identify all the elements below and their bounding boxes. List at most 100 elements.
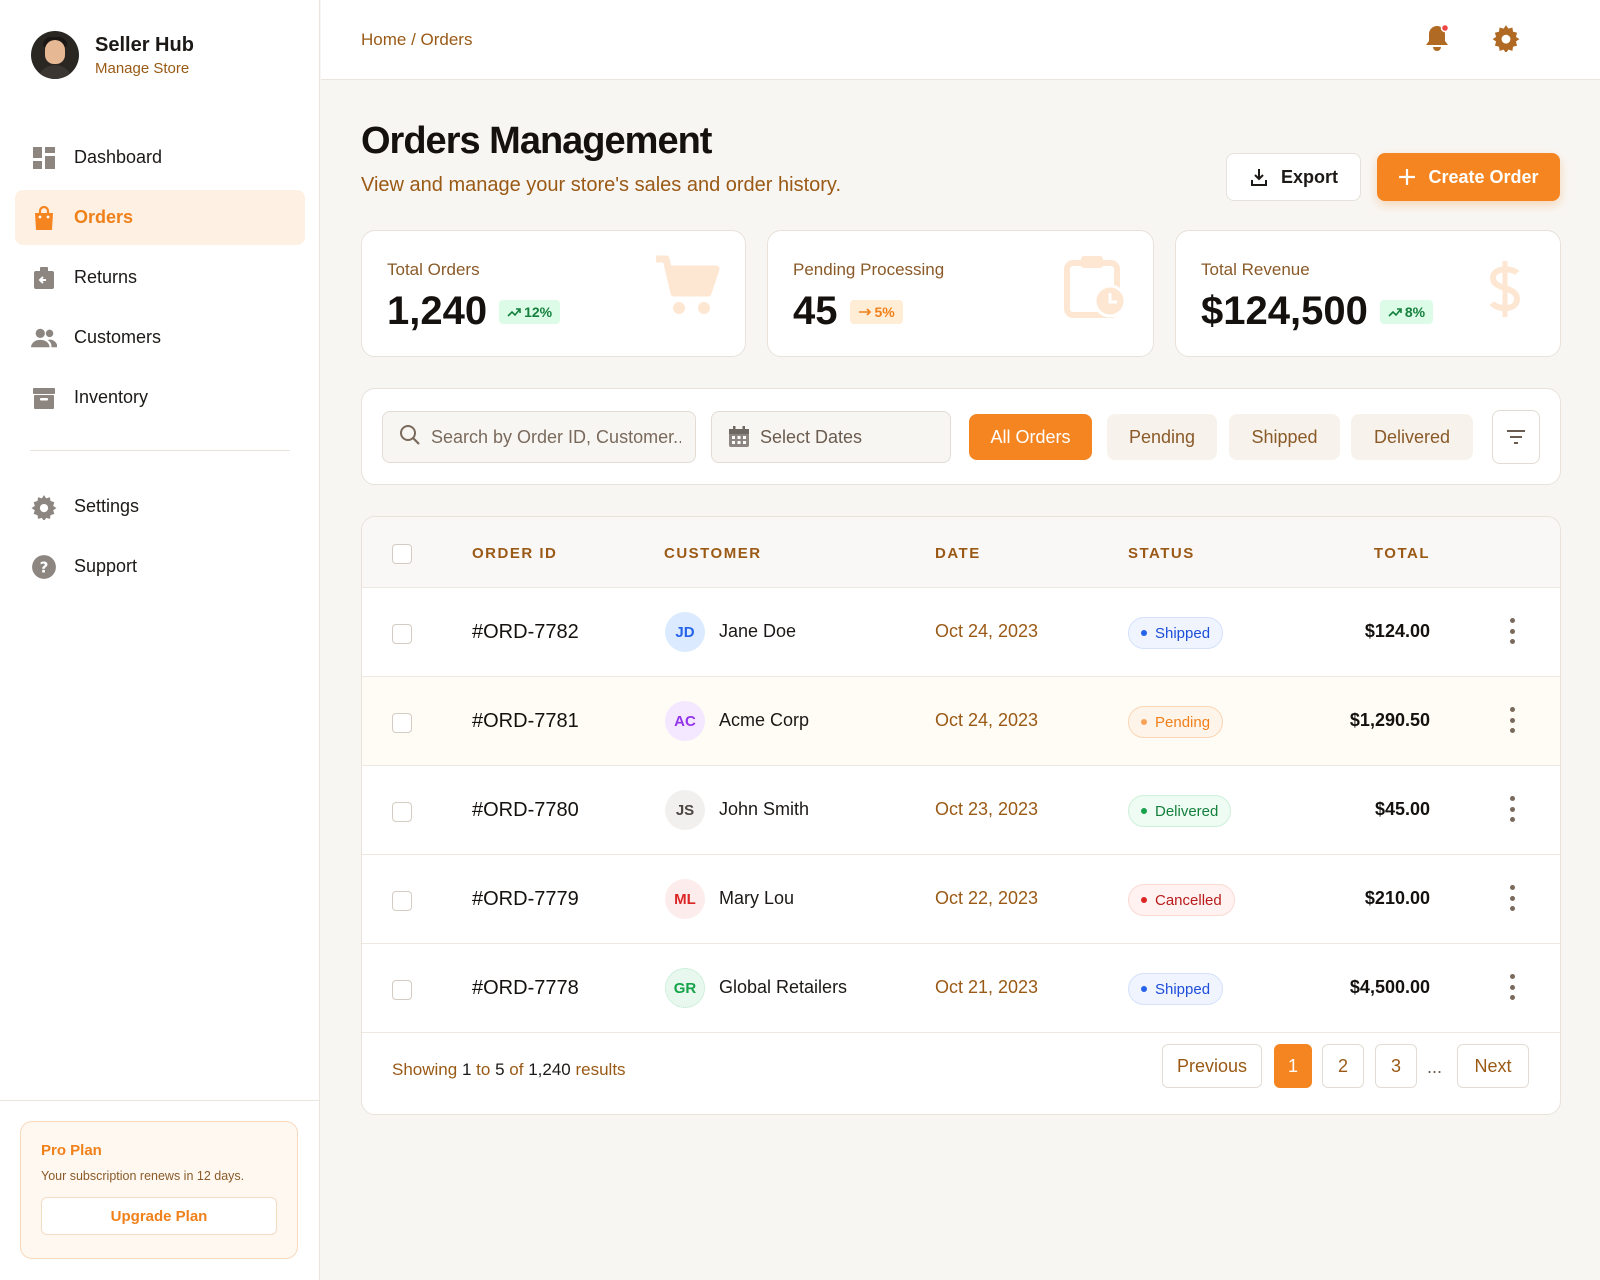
tab-shipped[interactable]: Shipped xyxy=(1229,414,1340,460)
tab-delivered[interactable]: Delivered xyxy=(1351,414,1473,460)
results-to: 5 xyxy=(495,1060,505,1079)
table-row[interactable]: #ORD-7782 JD Jane Doe Oct 24, 2023 Shipp… xyxy=(362,588,1560,677)
settings-gear-icon[interactable] xyxy=(1490,22,1522,54)
more-options-icon[interactable] xyxy=(1502,974,1522,1000)
sidebar-item-inventory[interactable]: Inventory xyxy=(15,370,305,425)
customer-name: Acme Corp xyxy=(719,710,810,730)
brand-subtitle: Manage Store xyxy=(95,59,190,77)
date-placeholder: Select Dates xyxy=(760,426,863,447)
results-from: 1 xyxy=(461,1060,472,1079)
customer-name: Global Retailers xyxy=(719,977,848,997)
search-input[interactable] xyxy=(431,426,681,448)
archive-icon xyxy=(31,385,57,411)
row-checkbox[interactable] xyxy=(392,891,412,911)
status-badge: Pending xyxy=(1128,706,1224,738)
order-id[interactable]: #ORD-7781 xyxy=(472,710,579,733)
order-date: Oct 24, 2023 xyxy=(935,621,1039,641)
notification-bell-icon[interactable] xyxy=(1421,22,1453,54)
customer-name: Mary Lou xyxy=(719,888,795,908)
order-id[interactable]: #ORD-7779 xyxy=(472,888,579,911)
more-options-icon[interactable] xyxy=(1502,707,1522,733)
trend-value: 12% xyxy=(524,303,553,320)
column-status[interactable]: STATUS xyxy=(1128,545,1195,562)
page-1-button[interactable]: 1 xyxy=(1274,1044,1312,1088)
sidebar-item-dashboard[interactable]: Dashboard xyxy=(15,130,305,185)
column-date[interactable]: DATE xyxy=(935,545,981,562)
svg-text:?: ? xyxy=(40,558,49,576)
breadcrumb[interactable]: Home / Orders xyxy=(361,30,472,50)
customer-initials: JS xyxy=(665,790,705,830)
table-row[interactable]: #ORD-7779 ML Mary Lou Oct 22, 2023 Cance… xyxy=(362,855,1560,944)
results-suffix: results xyxy=(575,1060,626,1079)
trend-value: 8% xyxy=(1404,303,1426,320)
status-badge: Delivered xyxy=(1128,795,1232,827)
column-customer[interactable]: CUSTOMER xyxy=(664,545,762,562)
trend-badge: 5% xyxy=(849,299,903,324)
more-options-icon[interactable] xyxy=(1502,618,1522,644)
sidebar-item-customers[interactable]: Customers xyxy=(15,310,305,365)
page-2-button[interactable]: 2 xyxy=(1322,1044,1364,1088)
export-label: Export xyxy=(1280,166,1338,187)
pro-plan-card: Pro Plan Your subscription renews in 12 … xyxy=(20,1121,298,1259)
sidebar-item-orders[interactable]: Orders xyxy=(15,190,305,245)
results-summary: Showing 1 to 5 of 1,240 results xyxy=(392,1060,626,1080)
status-label: Delivered xyxy=(1155,802,1219,820)
brand[interactable]: Seller Hub Manage Store xyxy=(31,31,194,79)
order-id[interactable]: #ORD-7780 xyxy=(472,799,579,822)
column-total[interactable]: TOTAL xyxy=(1374,545,1430,562)
brand-title: Seller Hub xyxy=(95,33,194,56)
users-icon xyxy=(31,325,57,351)
export-button[interactable]: Export xyxy=(1226,153,1361,201)
customer-name: Jane Doe xyxy=(719,621,797,641)
customer-name: John Smith xyxy=(719,799,810,819)
order-id[interactable]: #ORD-7782 xyxy=(472,621,579,644)
search-icon xyxy=(399,424,421,451)
trend-up-icon xyxy=(507,307,521,317)
order-total: $45.00 xyxy=(1374,799,1430,819)
stat-value: 45 xyxy=(793,289,838,333)
table-row[interactable]: #ORD-7778 GR Global Retailers Oct 21, 20… xyxy=(362,944,1560,1033)
create-order-button[interactable]: Create Order xyxy=(1377,153,1560,201)
sidebar-footer-divider xyxy=(0,1100,320,1101)
filter-options-button[interactable] xyxy=(1492,410,1540,464)
trend-badge: 12% xyxy=(499,299,561,324)
search-field[interactable] xyxy=(382,411,696,463)
page-3-button[interactable]: 3 xyxy=(1375,1044,1417,1088)
more-options-icon[interactable] xyxy=(1502,885,1522,911)
showing-prefix: Showing xyxy=(392,1060,458,1079)
upgrade-plan-button[interactable]: Upgrade Plan xyxy=(41,1197,277,1235)
order-id[interactable]: #ORD-7778 xyxy=(472,977,579,1000)
sidebar-item-support[interactable]: ? Support xyxy=(15,539,305,594)
tab-all-orders[interactable]: All Orders xyxy=(969,414,1092,460)
tab-pending[interactable]: Pending xyxy=(1107,414,1217,460)
row-checkbox[interactable] xyxy=(392,980,412,1000)
stat-card-total-orders: Total Orders 1,240 12% xyxy=(361,230,746,357)
row-checkbox[interactable] xyxy=(392,802,412,822)
sidebar: Seller Hub Manage Store Dashboard Orders… xyxy=(0,0,320,1280)
order-total: $4,500.00 xyxy=(1349,977,1430,997)
table-row[interactable]: #ORD-7780 JS John Smith Oct 23, 2023 Del… xyxy=(362,766,1560,855)
status-badge: Cancelled xyxy=(1128,884,1235,916)
next-page-button[interactable]: Next xyxy=(1457,1044,1529,1088)
sidebar-item-settings[interactable]: Settings xyxy=(15,479,305,534)
customer-initials: AC xyxy=(665,701,705,741)
trend-value: 5% xyxy=(874,303,895,320)
select-all-checkbox[interactable] xyxy=(392,544,412,564)
order-date: Oct 22, 2023 xyxy=(935,888,1039,908)
clipboard-clock-icon xyxy=(1064,253,1128,324)
customer-initials: JD xyxy=(665,612,705,652)
stat-label: Total Revenue xyxy=(1201,260,1310,279)
column-order-id[interactable]: ORDER ID xyxy=(472,545,557,562)
row-checkbox[interactable] xyxy=(392,624,412,644)
table-row[interactable]: #ORD-7781 AC Acme Corp Oct 24, 2023 Pend… xyxy=(362,677,1560,766)
table-header: ORDER ID CUSTOMER DATE STATUS TOTAL xyxy=(362,517,1560,588)
sidebar-item-returns[interactable]: Returns xyxy=(15,250,305,305)
status-badge: Shipped xyxy=(1128,973,1224,1005)
of-word: of xyxy=(509,1060,524,1079)
previous-page-button[interactable]: Previous xyxy=(1162,1044,1262,1088)
row-checkbox[interactable] xyxy=(392,713,412,733)
date-range-picker[interactable]: Select Dates xyxy=(711,411,951,463)
order-date: Oct 24, 2023 xyxy=(935,710,1039,730)
results-total: 1,240 xyxy=(528,1060,571,1079)
more-options-icon[interactable] xyxy=(1502,796,1522,822)
